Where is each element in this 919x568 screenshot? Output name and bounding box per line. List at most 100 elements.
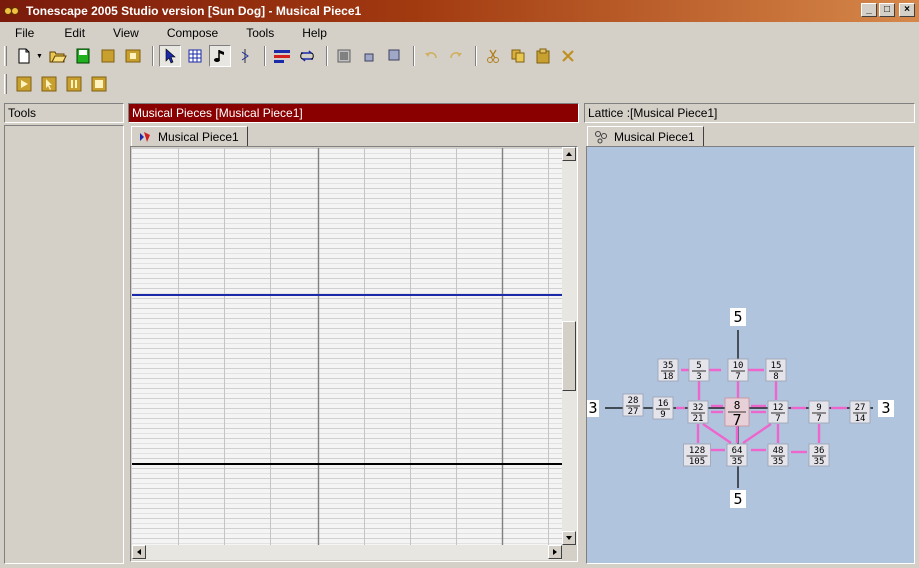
lattice-node-numerator: 27 xyxy=(855,403,866,413)
lattice-node[interactable]: 158 xyxy=(765,358,787,382)
lattice-node[interactable]: 169 xyxy=(652,396,674,420)
lattice-node-denominator: 7 xyxy=(735,372,740,382)
lattice-node[interactable]: 107 xyxy=(727,358,749,382)
lattice-node[interactable]: 6435 xyxy=(726,443,748,467)
lattice-node-denominator: 7 xyxy=(732,411,741,429)
note-icon[interactable] xyxy=(208,45,231,67)
copy-icon[interactable] xyxy=(507,45,529,67)
lattice-node-numerator: 5 xyxy=(696,361,701,371)
piano-roll-grid[interactable] xyxy=(132,148,562,546)
tools-panel xyxy=(4,125,124,564)
export-icon[interactable] xyxy=(122,45,144,67)
delete-x-icon[interactable] xyxy=(557,45,579,67)
lattice-node[interactable]: 97 xyxy=(808,400,830,424)
musical-pieces-title: Musical Pieces [Musical Piece1] xyxy=(132,106,303,120)
lattice-node[interactable]: 3635 xyxy=(808,443,830,467)
lattice-node-numerator: 15 xyxy=(771,361,782,371)
lattice-node[interactable]: 2827 xyxy=(622,393,644,417)
cut-icon[interactable] xyxy=(482,45,504,67)
main-toolbar: ▼ xyxy=(4,43,582,69)
play-icon[interactable] xyxy=(13,73,35,95)
scroll-down-button[interactable] xyxy=(562,531,576,545)
lattice-node-denominator: 27 xyxy=(628,407,639,417)
tools-panel-title: Tools xyxy=(8,106,37,120)
transport-toolbar xyxy=(4,71,113,97)
stop-square-icon[interactable] xyxy=(97,45,119,67)
tab-musical-piece1[interactable]: Musical Piece1 xyxy=(131,126,248,147)
new-dropdown-icon[interactable]: ▼ xyxy=(36,53,43,60)
select-pointer-icon[interactable] xyxy=(158,45,181,67)
title-bar: Tonescape 2005 Studio version [Sun Dog] … xyxy=(0,0,919,22)
menu-compose[interactable]: Compose xyxy=(160,26,225,40)
menu-view[interactable]: View xyxy=(106,26,146,40)
tracks-icon[interactable] xyxy=(271,45,293,67)
lattice-panel-header: Lattice :[Musical Piece1] xyxy=(584,103,915,123)
loop-icon[interactable] xyxy=(296,45,318,67)
toolbar-grip[interactable] xyxy=(4,46,7,66)
minimize-button[interactable]: _ xyxy=(861,3,877,17)
vertical-scroll-thumb[interactable] xyxy=(562,321,576,391)
paste-icon[interactable] xyxy=(532,45,554,67)
lattice-node[interactable]: 2714 xyxy=(849,400,871,424)
toolbar-grip-2[interactable] xyxy=(4,74,7,94)
lattice-node[interactable]: 3518 xyxy=(657,358,679,382)
lattice-node-numerator: 48 xyxy=(773,446,784,456)
axis-label-bottom: 5 xyxy=(733,490,742,508)
close-button[interactable]: × xyxy=(899,3,915,17)
scroll-left-button[interactable] xyxy=(132,545,146,559)
scroll-right-button[interactable] xyxy=(548,545,562,559)
lattice-node-numerator: 28 xyxy=(628,396,639,406)
lattice-node[interactable]: 87 xyxy=(724,397,750,429)
lattice-node-denominator: 18 xyxy=(663,372,674,382)
lattice-node[interactable]: 53 xyxy=(688,358,710,382)
menu-edit[interactable]: Edit xyxy=(57,26,92,40)
new-icon[interactable] xyxy=(13,45,35,67)
play-from-cursor-icon[interactable] xyxy=(38,73,60,95)
zoom-page-icon[interactable] xyxy=(333,45,355,67)
lattice-node[interactable]: 4835 xyxy=(767,443,789,467)
redo-icon[interactable] xyxy=(445,45,467,67)
app-icon[interactable] xyxy=(4,4,22,18)
pause-icon[interactable] xyxy=(63,73,85,95)
grid-icon[interactable] xyxy=(184,45,206,67)
axis-label-left: 3 xyxy=(588,399,597,417)
lattice-node-numerator: 10 xyxy=(733,361,744,371)
menu-tools[interactable]: Tools xyxy=(239,26,281,40)
lattice-node-numerator: 16 xyxy=(658,399,669,409)
lattice-node-numerator: 35 xyxy=(663,361,674,371)
tab-lattice-piece1[interactable]: Musical Piece1 xyxy=(587,126,704,147)
open-folder-icon[interactable] xyxy=(47,45,69,67)
undo-icon[interactable] xyxy=(420,45,442,67)
small-square-icon[interactable] xyxy=(358,45,380,67)
lattice-canvas[interactable]: 3518531071582827169322187127972714128105… xyxy=(587,147,914,563)
lattice-panel-title: Lattice :[Musical Piece1] xyxy=(588,106,718,120)
menu-help[interactable]: Help xyxy=(295,26,334,40)
lattice-node-denominator: 14 xyxy=(855,414,866,424)
vertical-scrollbar[interactable] xyxy=(562,147,577,545)
lattice-node-numerator: 9 xyxy=(816,403,821,413)
lattice-node-denominator: 105 xyxy=(689,457,705,467)
large-square-icon[interactable] xyxy=(383,45,405,67)
maximize-button[interactable]: □ xyxy=(879,3,895,17)
axis-label-top: 5 xyxy=(733,308,742,326)
lattice-node-denominator: 8 xyxy=(773,372,778,382)
lattice-node[interactable]: 3221 xyxy=(687,400,709,424)
lattice-node-numerator: 128 xyxy=(689,446,705,456)
lattice-node[interactable]: 127 xyxy=(767,400,789,424)
lattice-view[interactable]: 35 18 5 3 10 7 15 8 28 27 16 9 32 21 8 7 12 7 9 7 27 14 128 105… xyxy=(586,146,915,564)
menu-bar: File Edit View Compose Tools Help xyxy=(0,23,919,42)
lattice-node-numerator: 64 xyxy=(732,446,743,456)
save-icon[interactable] xyxy=(72,45,94,67)
lattice-node-numerator: 32 xyxy=(693,403,704,413)
lattice-node-numerator: 12 xyxy=(773,403,784,413)
scroll-up-button[interactable] xyxy=(562,147,576,161)
menu-file[interactable]: File xyxy=(8,26,41,40)
lattice-node-denominator: 35 xyxy=(732,457,743,467)
horizontal-scrollbar[interactable] xyxy=(132,545,562,560)
lattice-node[interactable]: 128105 xyxy=(683,443,711,467)
stop-icon[interactable] xyxy=(88,73,110,95)
lattice-node-denominator: 3 xyxy=(696,372,701,382)
window-title: Tonescape 2005 Studio version [Sun Dog] … xyxy=(26,4,362,18)
pitch-bend-icon[interactable] xyxy=(234,45,256,67)
tools-panel-header: Tools xyxy=(4,103,124,123)
